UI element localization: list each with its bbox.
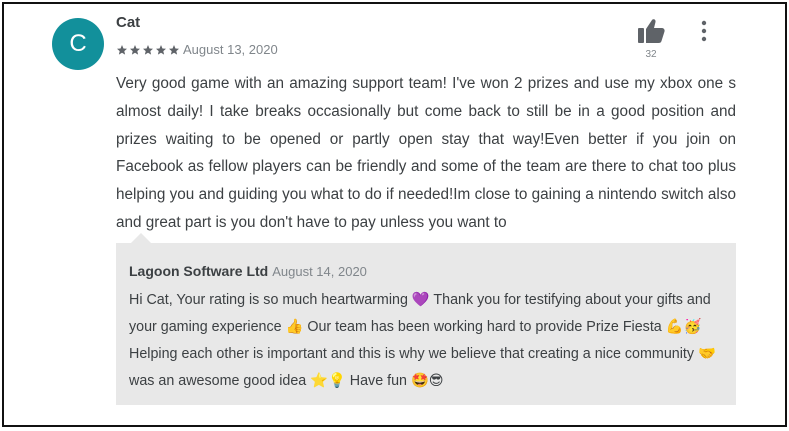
reply-date: August 14, 2020 xyxy=(272,264,367,279)
review-author: Cat xyxy=(116,14,141,31)
star-icon xyxy=(116,44,128,56)
review-text: Very good game with an amazing support t… xyxy=(116,75,736,231)
more-vertical-icon[interactable] xyxy=(696,20,712,42)
star-icon xyxy=(168,44,180,56)
reply-author: Lagoon Software Ltd xyxy=(129,263,269,279)
star-rating xyxy=(116,44,180,56)
review-date: August 13, 2020 xyxy=(183,42,278,57)
reply-text: Hi Cat, Your rating is so much heartwarm… xyxy=(129,292,716,389)
avatar: C xyxy=(52,18,104,70)
star-icon xyxy=(142,44,154,56)
developer-reply: Lagoon Software Ltd August 14, 2020 Hi C… xyxy=(116,243,736,405)
thumbs-up-icon[interactable] xyxy=(637,18,665,44)
star-icon xyxy=(129,44,141,56)
reply-header: Lagoon Software Ltd August 14, 2020 xyxy=(129,263,367,279)
helpful-count: 32 xyxy=(645,49,657,60)
rating-row: August 13, 2020 xyxy=(116,42,278,57)
star-icon xyxy=(155,44,167,56)
